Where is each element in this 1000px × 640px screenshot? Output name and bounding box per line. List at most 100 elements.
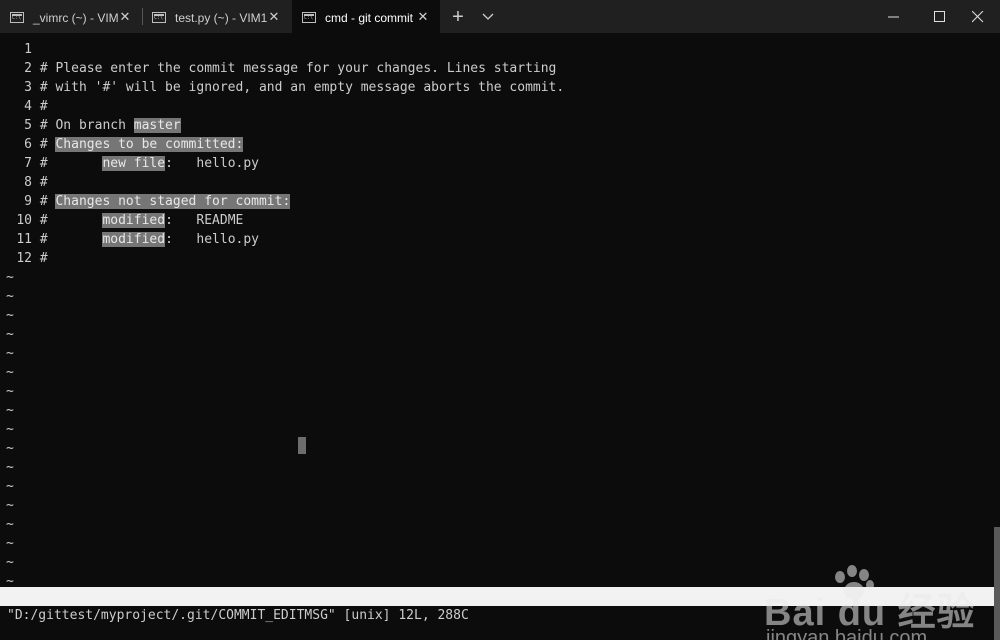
buffer-line[interactable]: 1 (0, 40, 1000, 59)
line-text: # with '#' will be ignored, and an empty… (39, 80, 565, 95)
text-cursor (298, 437, 306, 454)
buffer-line[interactable]: 3 # with '#' will be ignored, and an emp… (0, 78, 1000, 97)
gutter-space (32, 137, 40, 152)
line-text: : hello.py (165, 232, 259, 247)
status-position: 12.1 All (915, 627, 978, 640)
highlighted-text: new file (102, 156, 166, 171)
tilde-marker: ~ (6, 555, 14, 570)
maximize-icon (934, 11, 945, 22)
terminal-icon (302, 12, 316, 23)
highlighted-text: modified (102, 232, 166, 247)
line-number: 7 (24, 156, 32, 171)
line-number: 2 (24, 61, 32, 76)
tilde-marker: ~ (6, 479, 14, 494)
line-number: 10 (16, 213, 32, 228)
tilde-marker: ~ (6, 270, 14, 285)
buffer-line[interactable]: 12 # (0, 249, 1000, 268)
gutter-space (32, 42, 40, 57)
tilde-marker: ~ (6, 441, 14, 456)
close-tab-icon[interactable]: ✕ (267, 10, 281, 24)
terminal-icon (10, 12, 24, 23)
tilde-marker: ~ (6, 422, 14, 437)
line-number: 5 (24, 118, 32, 133)
tab-title: test.py (~) - VIM1 (175, 11, 268, 25)
line-number: 11 (16, 232, 32, 247)
line-text: # (39, 175, 48, 190)
minimize-icon (888, 16, 899, 18)
buffer-line[interactable]: 11 # modified: hello.py (0, 230, 1000, 249)
tilde-marker: ~ (6, 289, 14, 304)
tilde-marker: ~ (6, 365, 14, 380)
gutter-space (32, 194, 40, 209)
line-text: : hello.py (165, 156, 259, 171)
command-line[interactable]: "D:/gittest/myproject/.git/COMMIT_EDITMS… (7, 606, 469, 625)
vim-editor[interactable]: 1 2 # Please enter the commit message fo… (0, 33, 1000, 640)
tab-cmd-git-commit[interactable]: cmd - git commit ✕ (292, 0, 440, 36)
line-number: 12 (16, 251, 32, 266)
buffer-line[interactable]: 5 # On branch master (0, 116, 1000, 135)
gutter-space (32, 80, 40, 95)
new-tab-button[interactable]: + (447, 6, 469, 28)
line-number: 6 (24, 137, 32, 152)
buffer-line[interactable]: 8 # (0, 173, 1000, 192)
watermark-url: jingyan.baidu.com (766, 627, 928, 640)
gutter-space (32, 251, 40, 266)
highlighted-text: modified (102, 213, 166, 228)
tab-title: _vimrc (~) - VIM (33, 11, 119, 25)
scrollbar[interactable] (994, 527, 1000, 640)
status-line: D:/gittest/myproject/.git/COMMIT_EDITMSG… (0, 587, 1000, 640)
line-text: # On branch (39, 118, 134, 133)
tilde-marker: ~ (6, 498, 14, 513)
line-text: # (39, 137, 56, 152)
title-bar: _vimrc (~) - VIM ✕ test.py (~) - VIM1 ✕ … (0, 0, 1000, 36)
tab-test-py[interactable]: test.py (~) - VIM1 ✕ (142, 0, 291, 36)
tilde-marker: ~ (6, 517, 14, 532)
tab-title: cmd - git commit (325, 11, 414, 25)
line-text: # (39, 99, 48, 114)
close-window-button[interactable] (954, 0, 1000, 33)
tilde-marker: ~ (6, 460, 14, 475)
line-text: # Please enter the commit message for yo… (39, 61, 557, 76)
line-number: 8 (24, 175, 32, 190)
tab-vimrc[interactable]: _vimrc (~) - VIM ✕ (0, 0, 142, 36)
line-text: # (39, 194, 56, 209)
gutter-space (32, 118, 40, 133)
line-text: # (39, 232, 103, 247)
buffer-line[interactable]: 7 # new file: hello.py (0, 154, 1000, 173)
gutter-space (32, 99, 40, 114)
line-number: 1 (24, 42, 32, 57)
gutter-space (32, 156, 40, 171)
highlighted-text: Changes to be committed: (55, 137, 244, 152)
buffer-line[interactable]: 9 # Changes not staged for commit: (0, 192, 1000, 211)
tilde-marker: ~ (6, 308, 14, 323)
terminal-icon (152, 12, 166, 23)
chevron-down-icon (482, 13, 494, 20)
buffer-line[interactable]: 6 # Changes to be committed: (0, 135, 1000, 154)
gutter-space (32, 175, 40, 190)
highlighted-text: master (133, 118, 181, 133)
line-number: 3 (24, 80, 32, 95)
line-text: : README (165, 213, 244, 228)
line-text: # (39, 213, 103, 228)
close-icon (972, 11, 984, 23)
gutter-space (32, 61, 40, 76)
tab-dropdown-button[interactable] (478, 7, 498, 27)
line-number: 9 (24, 194, 32, 209)
tilde-marker: ~ (6, 384, 14, 399)
tilde-marker: ~ (6, 346, 14, 361)
buffer-line[interactable]: 4 # (0, 97, 1000, 116)
gutter-space (32, 213, 40, 228)
close-tab-icon[interactable]: ✕ (416, 10, 430, 24)
buffer-line[interactable]: 10 # modified: README (0, 211, 1000, 230)
tilde-marker: ~ (6, 403, 14, 418)
line-text: # (39, 251, 48, 266)
close-tab-icon[interactable]: ✕ (118, 10, 132, 24)
minimize-button[interactable] (870, 0, 916, 33)
tilde-marker: ~ (6, 327, 14, 342)
gutter-space (32, 232, 40, 247)
line-number: 4 (24, 99, 32, 114)
line-text: # (39, 156, 103, 171)
tilde-marker: ~ (6, 536, 14, 551)
highlighted-text: Changes not staged for commit: (55, 194, 291, 209)
buffer-line[interactable]: 2 # Please enter the commit message for … (0, 59, 1000, 78)
